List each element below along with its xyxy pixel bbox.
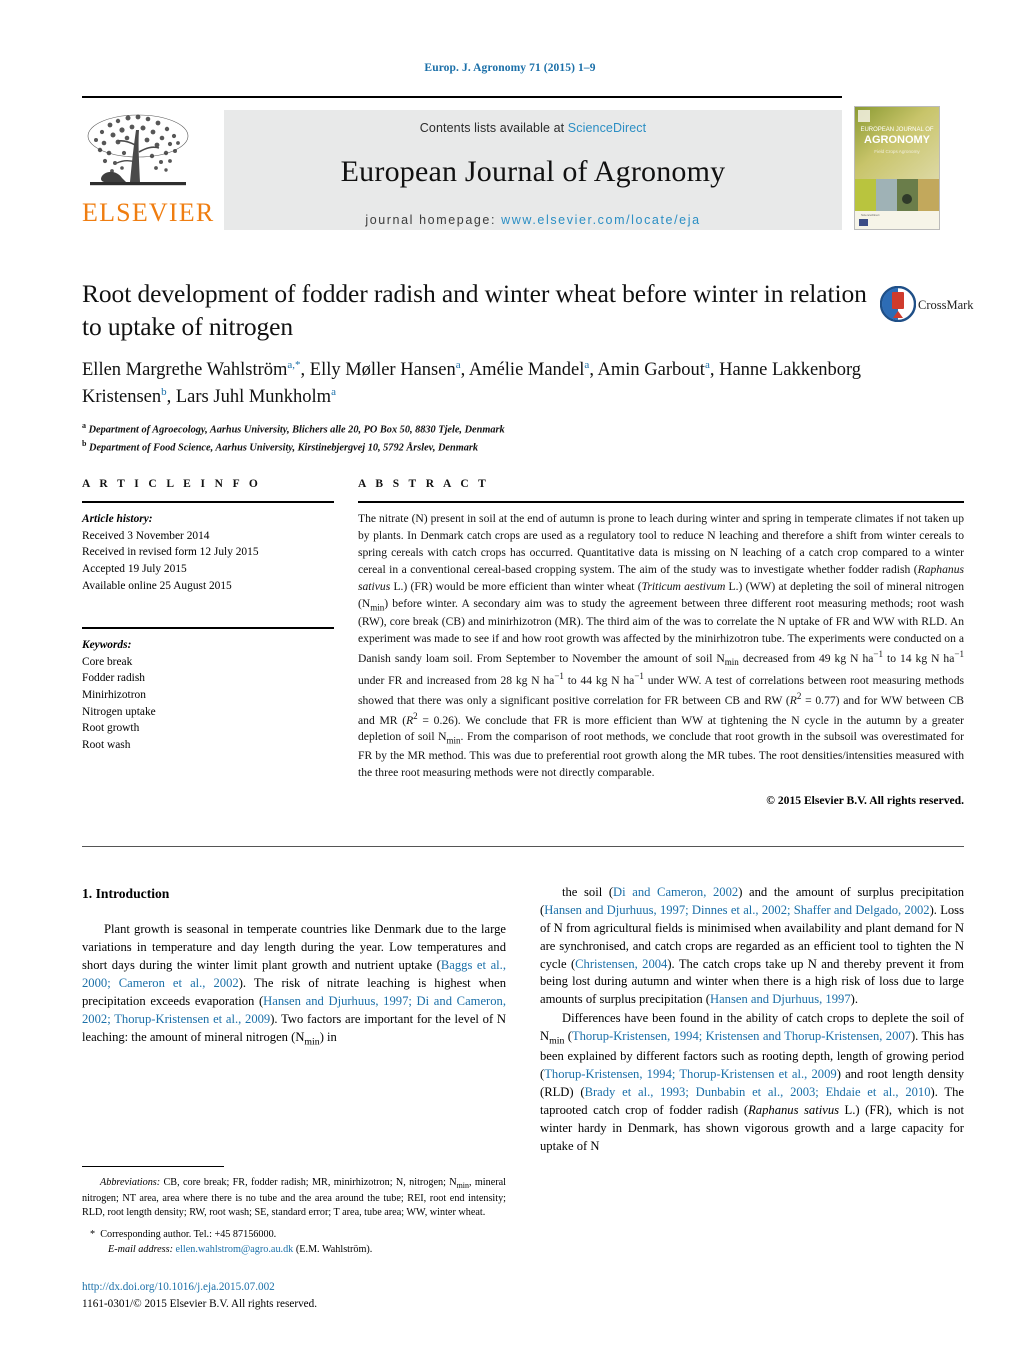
paper-page: Europ. J. Agronomy 71 (2015) 1–9 ELSEVIE… [0,0,1020,1351]
contents-available-line: Contents lists available at ScienceDirec… [224,110,842,135]
article-history-label: Article history: [82,513,153,525]
footnote-rule [82,1166,224,1167]
svg-text:EUROPEAN JOURNAL OF: EUROPEAN JOURNAL OF [860,127,933,133]
email-note: E-mail address: ellen.wahlstrom@agro.au.… [82,1243,506,1258]
svg-text:AGRONOMY: AGRONOMY [864,134,931,146]
intro-paragraph-left: Plant growth is seasonal in temperate co… [82,922,506,1048]
elsevier-tree-icon [82,110,194,198]
body-column-right: the soil (Di and Cameron, 2002) and the … [540,884,964,1156]
contents-prefix: Contents lists available at [419,121,568,135]
article-info-column: A R T I C L E I N F O Article history: R… [82,478,334,754]
crossmark-icon [879,285,917,323]
journal-title: European Journal of Agronomy [340,155,726,188]
keyword-item: Root wash [82,739,131,752]
abstract-column: A B S T R A C T The nitrate (N) present … [358,478,964,807]
affiliation-b-text: Department of Food Science, Aarhus Unive… [89,442,479,454]
abstract-text: The nitrate (N) present in soil at the e… [358,512,965,779]
abstract-heading: A B S T R A C T [358,478,490,490]
history-item: Received in revised form 12 July 2015 [82,546,259,559]
journal-cover-thumbnail: EUROPEAN JOURNAL OF AGRONOMY Field Crops… [854,106,940,230]
intro-paragraph-right-1: the soil (Di and Cameron, 2002) and the … [540,885,964,1007]
keyword-item: Fodder radish [82,672,145,685]
abbreviations-note: Abbreviations: CB, core break; FR, fodde… [82,1177,506,1219]
keyword-item: Core break [82,655,133,668]
history-item: Accepted 19 July 2015 [82,562,187,575]
corresponding-author-note: * Corresponding author. Tel.: +45 871560… [82,1228,506,1243]
sciencedirect-link[interactable]: ScienceDirect [568,121,646,135]
elsevier-logo: ELSEVIER [82,110,215,230]
affiliation-b: b Department of Food Science, Aarhus Uni… [82,439,479,454]
article-history-group: Article history: Received 3 November 201… [82,511,334,594]
crossmark-label: CrossMark [918,298,974,312]
corresponding-text: Corresponding author. Tel.: +45 87156000… [100,1229,277,1241]
doi-block: http://dx.doi.org/10.1016/j.eja.2015.07.… [82,1279,506,1313]
history-item: Available online 25 August 2015 [82,579,232,592]
elsevier-wordmark: ELSEVIER [82,198,215,227]
email-suffix: (E.M. Wahlström). [295,1243,373,1255]
journal-masthead: ELSEVIER Contents lists available at Sci… [82,96,940,234]
homepage-prefix: journal homepage: [365,213,502,227]
doi-link[interactable]: http://dx.doi.org/10.1016/j.eja.2015.07.… [82,1279,506,1296]
affiliation-a-text: Department of Agroecology, Aarhus Univer… [88,424,505,436]
svg-text:ScienceDirect: ScienceDirect [861,213,880,217]
history-item: Received 3 November 2014 [82,529,210,542]
svg-text:Field Crops Agronomy: Field Crops Agronomy [874,149,920,154]
title-block: Root development of fodder radish and wi… [82,278,872,457]
homepage-link[interactable]: www.elsevier.com/locate/eja [501,213,701,227]
footnote-block: Abbreviations: CB, core break; FR, fodde… [82,1166,506,1258]
keywords-label: Keywords: [82,639,132,652]
keywords-group: Keywords: Core break Fodder radish Minir… [82,637,334,753]
contents-band: Contents lists available at ScienceDirec… [224,110,842,230]
section-divider-rule [82,846,964,847]
introduction-heading: 1. Introduction [82,886,170,901]
keyword-item: Root growth [82,722,140,735]
article-info-heading: A R T I C L E I N F O [82,478,262,490]
abstract-copyright: © 2015 Elsevier B.V. All rights reserved… [766,793,964,807]
affiliation-list: a Department of Agroecology, Aarhus Univ… [82,420,872,457]
email-label: E-mail address: [108,1243,173,1255]
body-column-left: 1. Introduction Plant growth is seasonal… [82,884,506,1049]
running-head: Europ. J. Agronomy 71 (2015) 1–9 [424,62,596,74]
article-info-rule [82,501,334,503]
crossmark-badge[interactable]: CrossMark [879,285,974,332]
email-link[interactable]: ellen.wahlstrom@agro.au.dk [176,1244,294,1255]
affiliation-a: a Department of Agroecology, Aarhus Univ… [82,420,505,436]
journal-homepage-line: journal homepage: www.elsevier.com/locat… [224,213,842,227]
issn-copyright-line: 1161-0301/© 2015 Elsevier B.V. All right… [82,1297,318,1310]
keywords-rule [82,627,334,630]
intro-paragraph-right-2: Differences have been found in the abili… [540,1011,965,1153]
keyword-item: Minirhizotron [82,689,146,702]
page-title: Root development of fodder radish and wi… [82,279,867,341]
keyword-item: Nitrogen uptake [82,705,156,718]
abstract-rule [358,501,964,503]
masthead-top-rule [82,96,842,98]
corresponding-marker: * [90,1229,96,1241]
author-list: Ellen Margrethe Wahlströma,*, Elly Mølle… [82,359,862,407]
